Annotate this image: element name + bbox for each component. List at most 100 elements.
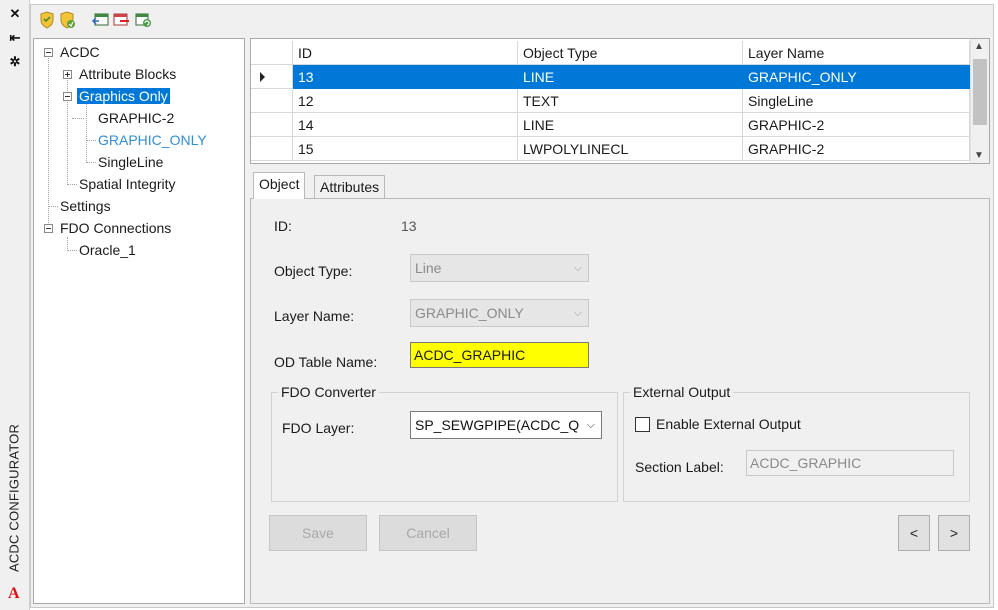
column-header-object-type[interactable]: Object Type (518, 41, 743, 65)
scroll-up-icon[interactable]: ▲ (974, 41, 984, 52)
tree-item-singleline[interactable]: SingleLine (96, 152, 165, 172)
tree-item-label: Spatial Integrity (79, 176, 176, 192)
tree-item-label: SingleLine (98, 154, 164, 170)
tree-item-graphic-2[interactable]: GRAPHIC-2 (96, 108, 176, 128)
shield-refresh-icon[interactable] (58, 11, 76, 29)
cell-layer-name[interactable]: SingleLine (743, 89, 970, 113)
external-output-group (623, 392, 970, 502)
autocad-logo: A (8, 585, 20, 602)
next-record-button[interactable]: > (938, 515, 970, 551)
id-label: ID: (274, 218, 292, 234)
shield-icon[interactable] (38, 11, 56, 29)
tree-item-settings[interactable]: Settings (58, 196, 113, 216)
cell-id[interactable]: 15 (293, 137, 518, 161)
table-delete-icon[interactable] (112, 11, 130, 29)
column-header-layer-name[interactable]: Layer Name (743, 41, 970, 65)
chevron-down-icon: ⌵ (573, 307, 582, 319)
enable-external-output-checkbox[interactable] (635, 417, 650, 432)
tree-connector (67, 73, 68, 185)
cell-object-type[interactable]: LINE (518, 113, 743, 137)
column-header-id[interactable]: ID (293, 41, 518, 65)
tree-item-fdo-connections[interactable]: FDO Connections (58, 218, 173, 238)
close-icon[interactable]: ✕ (8, 7, 22, 21)
tree-item-graphic-only[interactable]: GRAPHIC_ONLY (96, 130, 209, 150)
tree-item-label: Attribute Blocks (79, 66, 177, 82)
palette-title: ACDC CONFIGURATOR (6, 423, 22, 573)
fdo-converter-title: FDO Converter (278, 384, 379, 400)
section-label-field[interactable]: ACDC_GRAPHIC (746, 450, 954, 476)
tree-expand-toggle[interactable] (63, 70, 72, 79)
id-value: 13 (401, 218, 417, 234)
cell-object-type[interactable]: TEXT (518, 89, 743, 113)
tree-item-label: Graphics Only (77, 88, 170, 104)
tree-collapse-toggle[interactable] (44, 224, 53, 233)
tree-connector (86, 162, 96, 163)
chevron-down-icon: ⌵ (586, 419, 595, 431)
chevron-down-icon: ⌵ (573, 262, 582, 274)
cell-layer-name[interactable]: GRAPHIC-2 (743, 113, 970, 137)
tree-item-attribute-blocks[interactable]: Attribute Blocks (77, 64, 178, 84)
tree-item-acdc[interactable]: ACDC (58, 42, 102, 62)
tree-item-label: FDO Connections (60, 220, 172, 236)
refresh-icon[interactable] (134, 11, 152, 29)
row-selector[interactable] (251, 89, 293, 113)
table-export-icon[interactable] (92, 11, 110, 29)
tree-connector (86, 101, 87, 163)
object-type-label: Object Type: (274, 263, 353, 279)
tree-connector (72, 118, 84, 119)
cell-id[interactable]: 14 (293, 113, 518, 137)
od-table-name-field[interactable]: ACDC_GRAPHIC (410, 342, 589, 368)
settings-icon[interactable]: ✲ (8, 55, 22, 69)
tree-collapse-toggle[interactable] (63, 92, 72, 101)
row-selector[interactable] (251, 137, 293, 161)
layer-name-value: GRAPHIC_ONLY (415, 305, 524, 321)
tree-item-label: GRAPHIC_ONLY (98, 132, 207, 148)
tree-connector (67, 237, 68, 251)
tree-connector (67, 250, 77, 251)
tree-item-spatial-integrity[interactable]: Spatial Integrity (77, 174, 178, 194)
cell-id[interactable]: 12 (293, 89, 518, 113)
cell-object-type[interactable]: LINE (518, 65, 743, 89)
object-type-value: Line (415, 260, 442, 276)
tree-collapse-toggle[interactable] (44, 48, 53, 57)
tree-connector (48, 53, 49, 229)
cell-object-type[interactable]: LWPOLYLINECL (518, 137, 743, 161)
fdo-layer-label: FDO Layer: (282, 420, 355, 436)
cancel-button[interactable]: Cancel (379, 515, 477, 551)
tree-item-graphics-only[interactable]: Graphics Only (77, 86, 170, 106)
tree-connector (48, 206, 58, 207)
save-button[interactable]: Save (269, 515, 367, 551)
scroll-thumb[interactable] (973, 59, 987, 125)
fdo-layer-value: SP_SEWGPIPE(ACDC_QA/ (415, 417, 579, 433)
od-table-label: OD Table Name: (274, 354, 378, 370)
cell-layer-name[interactable]: GRAPHIC-2 (743, 137, 970, 161)
grid-corner (251, 41, 293, 65)
object-type-dropdown[interactable]: Line ⌵ (410, 254, 589, 282)
objects-grid: ID Object Type Layer Name 13 LINE GRAPHI… (250, 38, 990, 164)
tab-object[interactable]: Object (253, 172, 306, 199)
tree-item-label: Settings (60, 198, 111, 214)
section-label-label: Section Label: (635, 459, 724, 475)
tree-connector (86, 140, 96, 141)
side-palette-strip: ✕ ⇤ ✲ ACDC CONFIGURATOR A (0, 0, 30, 610)
grid-scrollbar[interactable]: ▲ ▼ (970, 39, 989, 163)
tree-item-label: ACDC (60, 44, 100, 60)
scroll-down-icon[interactable]: ▼ (974, 150, 984, 161)
fdo-layer-dropdown[interactable]: SP_SEWGPIPE(ACDC_QA/ ⌵ (410, 411, 602, 439)
row-selector[interactable] (251, 113, 293, 137)
cell-layer-name[interactable]: GRAPHIC_ONLY (743, 65, 970, 89)
layer-name-dropdown[interactable]: GRAPHIC_ONLY ⌵ (410, 299, 589, 327)
pin-icon[interactable]: ⇤ (8, 31, 22, 45)
navigation-tree: ACDC Attribute Blocks Graphics Only GRAP… (33, 38, 245, 604)
external-output-title: External Output (630, 384, 734, 400)
enable-external-output-label[interactable]: Enable External Output (656, 416, 801, 432)
tree-item-oracle-1[interactable]: Oracle_1 (77, 240, 138, 260)
toolbar (38, 11, 238, 31)
previous-record-button[interactable]: < (898, 515, 930, 551)
row-selector[interactable] (251, 65, 293, 89)
tree-item-label: Oracle_1 (79, 242, 136, 258)
cell-id[interactable]: 13 (293, 65, 518, 89)
layer-name-label: Layer Name: (274, 308, 355, 324)
tree-connector (67, 184, 77, 185)
tab-attributes[interactable]: Attributes (314, 175, 386, 199)
